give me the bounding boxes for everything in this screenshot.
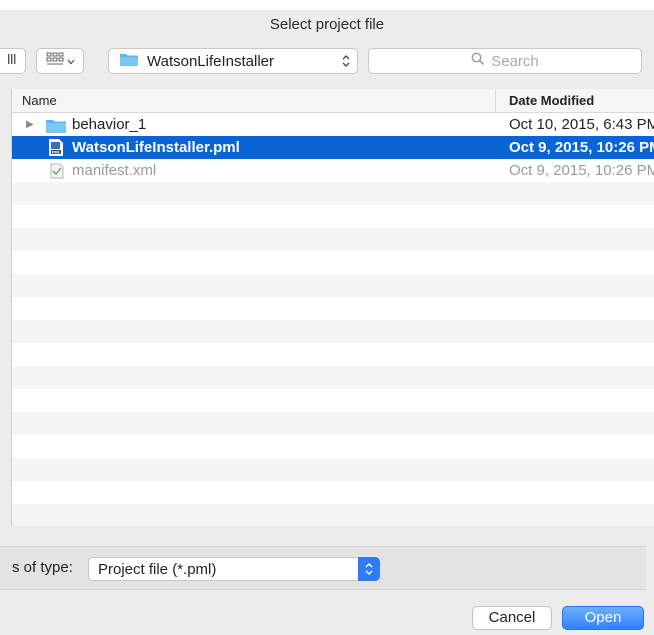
file-date: Oct 9, 2015, 10:26 PM — [509, 139, 654, 156]
file-list[interactable]: Name Date Modified ▶ behavior_1 Oct 10, … — [11, 89, 654, 526]
view-mode-button[interactable] — [36, 48, 84, 74]
row-stripe — [12, 320, 654, 343]
row-stripe — [12, 504, 654, 526]
row-stripe — [12, 182, 654, 205]
folder-icon — [119, 51, 139, 72]
row-stripe — [12, 366, 654, 389]
file-row-watsonlifeinstaller-pml[interactable]: PML WatsonLifeInstaller.pml Oct 9, 2015,… — [12, 136, 654, 159]
column-header-name[interactable]: Name — [22, 93, 57, 108]
file-name: WatsonLifeInstaller.pml — [72, 139, 240, 156]
list-header: Name Date Modified — [12, 89, 654, 113]
updown-arrows-icon — [341, 53, 351, 74]
row-stripe — [12, 228, 654, 251]
file-date: Oct 10, 2015, 6:43 PM — [509, 116, 654, 133]
toolbar: WatsonLifeInstaller Search — [0, 46, 654, 78]
open-file-dialog: Select project file WatsonLifeInstaller … — [0, 0, 654, 635]
file-name: behavior_1 — [72, 116, 147, 133]
updown-arrows-icon — [358, 557, 380, 581]
row-stripe — [12, 274, 654, 297]
list-rows: ▶ behavior_1 Oct 10, 2015, 6:43 PM PML W… — [12, 113, 654, 526]
column-header-date-modified[interactable]: Date Modified — [509, 93, 594, 108]
chevron-down-icon — [67, 52, 75, 70]
column-divider[interactable] — [495, 89, 496, 113]
cancel-button[interactable]: Cancel — [472, 606, 552, 630]
disclosure-triangle-icon[interactable]: ▶ — [26, 113, 34, 136]
sidebar-toggle-icon — [2, 52, 16, 70]
search-icon — [471, 52, 485, 71]
file-row-manifest-xml: manifest.xml Oct 9, 2015, 10:26 PM — [12, 159, 654, 182]
window-top-edge — [0, 0, 654, 10]
location-popup[interactable]: WatsonLifeInstaller — [108, 48, 358, 74]
file-type-select[interactable]: Project file (*.pml) — [88, 557, 380, 581]
open-button[interactable]: Open — [562, 606, 644, 630]
file-type-value: Project file (*.pml) — [98, 561, 217, 578]
file-date: Oct 9, 2015, 10:26 PM — [509, 162, 654, 179]
sidebar-toggle-button[interactable] — [0, 48, 26, 74]
file-row-behavior-1[interactable]: ▶ behavior_1 Oct 10, 2015, 6:43 PM — [12, 113, 654, 136]
location-label: WatsonLifeInstaller — [147, 52, 275, 70]
search-field[interactable]: Search — [368, 48, 642, 74]
grid-view-icon — [46, 52, 64, 71]
row-stripe — [12, 458, 654, 481]
row-stripe — [12, 412, 654, 435]
dialog-title: Select project file — [269, 16, 385, 33]
xml-file-icon — [50, 163, 64, 186]
svg-text:PML: PML — [52, 151, 61, 155]
search-placeholder: Search — [491, 52, 539, 70]
file-name: manifest.xml — [72, 162, 157, 179]
file-type-label: s of type: — [12, 559, 73, 576]
file-type-bar: s of type: Project file (*.pml) — [0, 546, 646, 590]
